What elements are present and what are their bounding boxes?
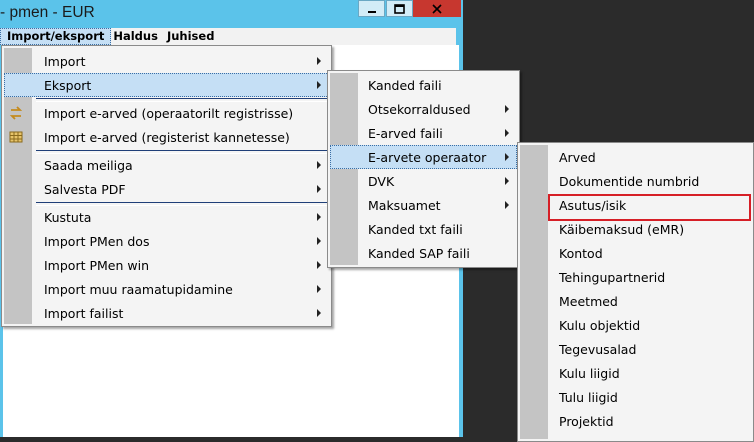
minimize-icon xyxy=(367,10,376,13)
menu-item-kontod[interactable]: Kontod xyxy=(520,241,751,265)
close-button[interactable] xyxy=(413,0,461,17)
menu-item-tehingupartnerid[interactable]: Tehingupartnerid xyxy=(520,265,751,289)
menu-item-import-muu-raamatupidamine[interactable]: Import muu raamatupidamine xyxy=(4,277,329,301)
menu-item-kanded-faili[interactable]: Kanded faili xyxy=(330,73,517,97)
table-grid-icon xyxy=(8,129,24,145)
menu-item-label: Tulu liigid xyxy=(559,389,618,405)
submenu-arrow-icon xyxy=(317,285,321,293)
submenu-arrow-icon xyxy=(317,185,321,193)
menu-item-projektid[interactable]: Projektid xyxy=(520,409,751,433)
menu-item-label: Import e-arved (operaatorilt registrisse… xyxy=(44,105,294,121)
submenu-arrow-icon xyxy=(317,309,321,317)
menu-item-import-failist[interactable]: Import failist xyxy=(4,301,329,325)
submenu-arrow-icon xyxy=(505,105,509,113)
menu-item-import-e-arved-operaatorilt-registrisse[interactable]: Import e-arved (operaatorilt registrisse… xyxy=(4,101,329,125)
menu-item-label: Meetmed xyxy=(559,293,618,309)
submenu-arrow-icon xyxy=(317,57,321,65)
minimize-button[interactable] xyxy=(358,0,385,17)
menu-item-label: Import xyxy=(44,53,86,69)
menu-item-label: Import failist xyxy=(44,305,124,321)
submenu-arrow-icon xyxy=(317,261,321,269)
menu-item-label: E-arvete operaator xyxy=(368,149,487,165)
menu-item-label: Kulu objektid xyxy=(559,317,641,333)
menu-item-label: Otsekorraldused xyxy=(368,101,471,117)
menu-item-label: Kulu liigid xyxy=(559,365,620,381)
menu-item-label: Kontod xyxy=(559,245,603,261)
arrows-swap-icon xyxy=(8,105,24,121)
menu-item-kaibemaksud-emr[interactable]: Käibemaksud (eMR) xyxy=(520,217,751,241)
submenu-arrow-icon xyxy=(505,177,509,185)
menu-item-import[interactable]: Import xyxy=(4,49,329,73)
menu-item-label: Tegevusalad xyxy=(559,341,637,357)
menu-item-import-pmen-dos[interactable]: Import PMen dos xyxy=(4,229,329,253)
submenu-arrow-icon xyxy=(505,129,509,137)
menu-item-label: Import PMen win xyxy=(44,257,149,273)
menu-item-label: DVK xyxy=(368,173,395,189)
menu-item-meetmed[interactable]: Meetmed xyxy=(520,289,751,313)
maximize-icon xyxy=(394,3,405,14)
menu-item-import-e-arved-registerist-kannetesse[interactable]: Import e-arved (registerist kannetesse) xyxy=(4,125,329,149)
window-title: - pmen - EUR xyxy=(0,4,95,21)
menu-item-kanded-sap-faili[interactable]: Kanded SAP faili xyxy=(330,241,517,265)
menu-item-label: Maksuamet xyxy=(368,197,441,213)
menu-item-label: Import muu raamatupidamine xyxy=(44,281,233,297)
menu-item-dvk[interactable]: DVK xyxy=(330,169,517,193)
menu-item-otsekorraldused[interactable]: Otsekorraldused xyxy=(330,97,517,121)
menu-item-label: Kanded txt faili xyxy=(368,221,463,237)
menu-item-eksport[interactable]: Eksport xyxy=(4,73,329,97)
menu-item-tegevusalad[interactable]: Tegevusalad xyxy=(520,337,751,361)
submenu-arrow-icon xyxy=(317,161,321,169)
menu-item-label: Eksport xyxy=(44,77,92,93)
menu-item-maksuamet[interactable]: Maksuamet xyxy=(330,193,517,217)
title-bar: - pmen - EUR xyxy=(0,0,463,28)
submenu-arrow-icon xyxy=(505,153,509,161)
eksport-submenu: Kanded faili Otsekorraldused E-arved faili… xyxy=(327,70,520,268)
e-arvete-operaator-submenu: Arved Dokumentide numbrid Asutus/isik Käibe… xyxy=(517,142,754,442)
menubar-item-import-eksport[interactable]: Import/eksport xyxy=(0,28,112,45)
menu-item-label: Import e-arved (registerist kannetesse) xyxy=(44,129,290,145)
menu-item-arved[interactable]: Arved xyxy=(520,145,751,169)
menu-item-salvesta-pdf[interactable]: Salvesta PDF xyxy=(4,177,329,201)
close-icon xyxy=(432,3,442,14)
menu-item-kulu-objektid[interactable]: Kulu objektid xyxy=(520,313,751,337)
menu-item-kulu-liigid[interactable]: Kulu liigid xyxy=(520,361,751,385)
submenu-arrow-icon xyxy=(505,201,509,209)
submenu-arrow-icon xyxy=(317,213,321,221)
menu-item-kustuta[interactable]: Kustuta xyxy=(4,205,329,229)
import-eksport-menu: Import Eksport Import e-arved (operaatoril… xyxy=(1,45,332,327)
menu-item-label: Tehingupartnerid xyxy=(559,269,666,285)
menu-item-label: Arved xyxy=(559,149,596,165)
submenu-arrow-icon xyxy=(317,237,321,245)
menu-item-label: Import PMen dos xyxy=(44,233,150,249)
menu-item-label: Käibemaksud (eMR) xyxy=(559,221,685,237)
menu-item-label: Salvesta PDF xyxy=(44,181,126,197)
menu-item-e-arved-faili[interactable]: E-arved faili xyxy=(330,121,517,145)
submenu-arrow-icon xyxy=(317,81,321,89)
menu-item-label: Saada meiliga xyxy=(44,157,133,173)
menu-item-label: Dokumentide numbrid xyxy=(559,173,700,189)
menu-item-kanded-txt-faili[interactable]: Kanded txt faili xyxy=(330,217,517,241)
menubar-item-juhised[interactable]: Juhised xyxy=(165,28,221,45)
menu-item-e-arvete-operaator[interactable]: E-arvete operaator xyxy=(330,145,517,169)
menu-item-label: Kanded SAP faili xyxy=(368,245,470,261)
menu-item-label: E-arved faili xyxy=(368,125,443,141)
menu-item-saada-meiliga[interactable]: Saada meiliga xyxy=(4,153,329,177)
menu-item-dokumentide-numbrid[interactable]: Dokumentide numbrid xyxy=(520,169,751,193)
menu-item-label: Projektid xyxy=(559,413,614,429)
menubar-item-haldus[interactable]: Haldus xyxy=(111,28,165,45)
menu-item-tulu-liigid[interactable]: Tulu liigid xyxy=(520,385,751,409)
menu-item-import-pmen-win[interactable]: Import PMen win xyxy=(4,253,329,277)
maximize-button[interactable] xyxy=(386,0,413,17)
menu-item-label: Kanded faili xyxy=(368,77,442,93)
menu-bar: Import/eksport Haldus Juhised xyxy=(0,28,456,45)
menu-item-label: Kustuta xyxy=(44,209,92,225)
